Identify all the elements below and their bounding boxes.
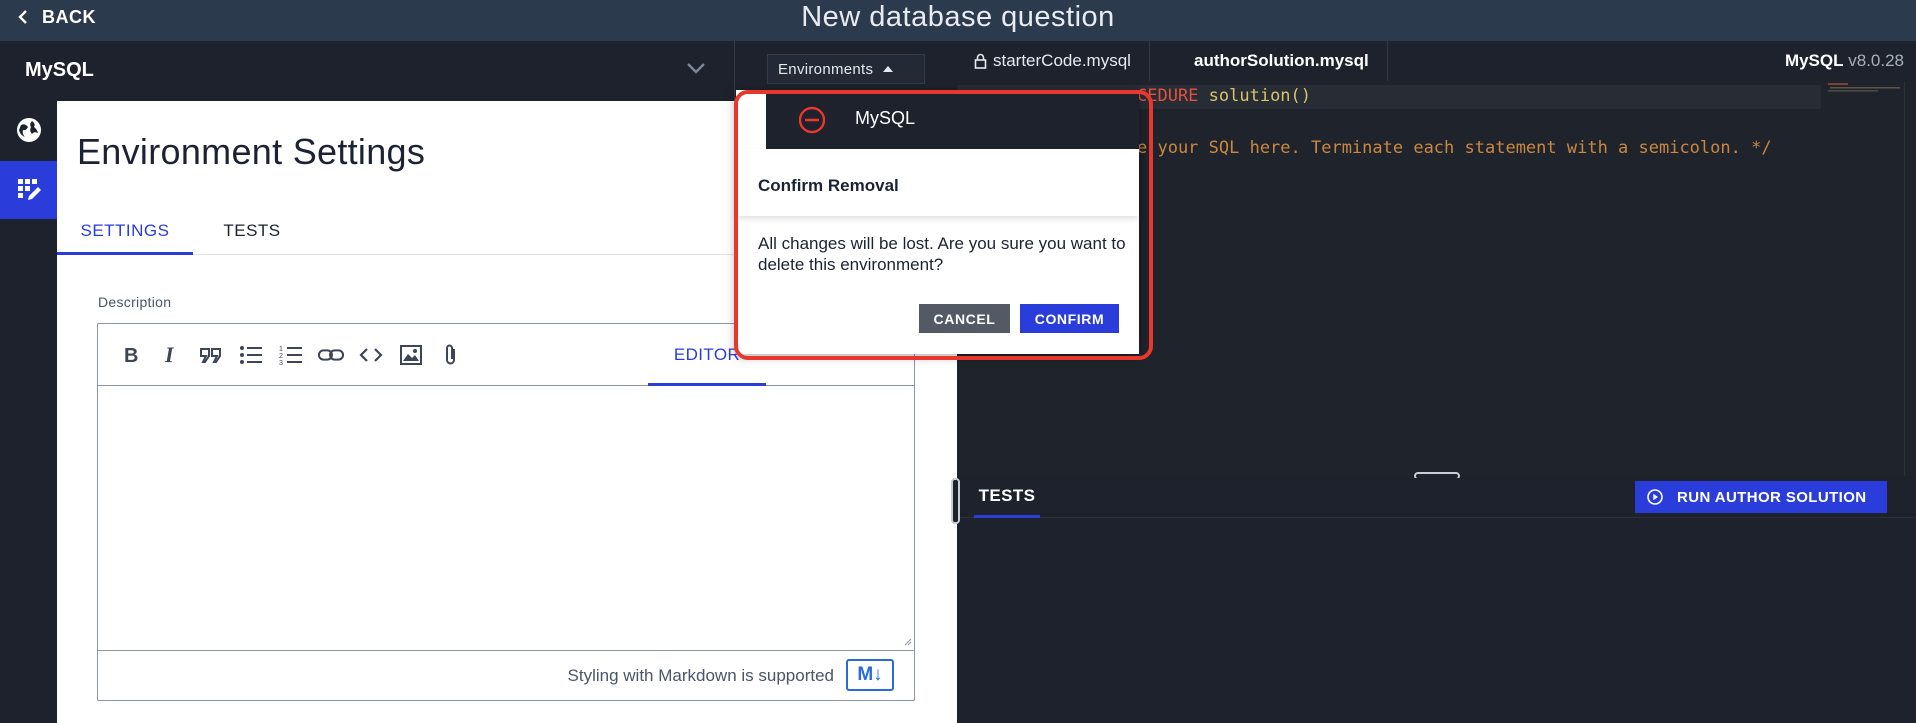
chevron-down-icon[interactable] — [686, 62, 706, 74]
markdown-editor: B I 123 EDITOR Styling with Markdown is … — [97, 323, 915, 701]
file-tab-starter-code[interactable]: starterCode.mysql — [956, 41, 1150, 81]
edit-grid-icon — [17, 179, 41, 200]
version-number: v8.0.28 — [1848, 51, 1904, 70]
file-tab-label: authorSolution.mysql — [1194, 51, 1369, 70]
confirm-button[interactable]: CONFIRM — [1020, 304, 1119, 333]
remove-circle-icon[interactable] — [798, 106, 826, 134]
numbered-list-icon[interactable]: 123 — [278, 342, 304, 368]
code-line-2: e your SQL here. Terminate each statemen… — [1137, 138, 1772, 158]
italic-icon[interactable]: I — [158, 342, 184, 368]
svg-text:2: 2 — [279, 353, 283, 360]
resize-grip-icon[interactable] — [904, 638, 912, 646]
environments-button-label: Environments — [778, 60, 874, 78]
image-icon[interactable] — [398, 342, 424, 368]
confirm-removal-popup: MySQL Confirm Removal All changes will b… — [736, 90, 1139, 354]
description-input[interactable] — [98, 386, 914, 650]
svg-text:B: B — [124, 345, 138, 365]
bold-icon[interactable]: B — [118, 342, 144, 368]
markdown-note-text: Styling with Markdown is supported — [567, 666, 834, 685]
tests-output — [957, 519, 1916, 723]
version-name: MySQL — [1784, 51, 1844, 70]
file-tab-author-solution[interactable]: authorSolution.mysql — [1176, 41, 1388, 81]
cancel-button[interactable]: CANCEL — [919, 304, 1010, 333]
svg-text:1: 1 — [279, 346, 283, 353]
code-keyword: CEDURE — [1137, 86, 1199, 106]
confirm-message: All changes will be lost. Are you sure y… — [758, 234, 1126, 274]
code-text: solution() — [1198, 86, 1312, 106]
code-line-1: CEDURE solution() — [1137, 86, 1311, 106]
rail-item-settings[interactable] — [0, 161, 57, 219]
svg-text:3: 3 — [279, 360, 283, 366]
environments-button[interactable]: Environments — [767, 54, 925, 84]
link-icon[interactable] — [318, 342, 344, 368]
environment-selector-value: MySQL — [25, 59, 94, 81]
tab-settings[interactable]: SETTINGS — [57, 211, 193, 255]
environment-list-item[interactable]: MySQL — [766, 90, 1139, 149]
language-version: MySQL v8.0.28 — [1785, 41, 1904, 81]
description-label: Description — [98, 294, 172, 310]
attachment-icon[interactable] — [438, 342, 464, 368]
editor-scrollbar[interactable] — [1904, 81, 1905, 476]
markdown-note: Styling with Markdown is supported M↓ — [98, 650, 914, 700]
tab-tests[interactable]: TESTS — [207, 211, 297, 255]
environment-selector[interactable]: MySQL — [0, 41, 735, 101]
quote-icon[interactable] — [198, 342, 224, 368]
markdown-icon[interactable]: M↓ — [846, 659, 894, 691]
run-author-solution-button[interactable]: RUN AUTHOR SOLUTION — [1635, 481, 1887, 513]
run-button-label: RUN AUTHOR SOLUTION — [1677, 488, 1867, 506]
svg-text:I: I — [164, 345, 175, 365]
icon-rail — [0, 101, 57, 723]
confirm-title: Confirm Removal — [758, 176, 899, 195]
page-title: New database question — [801, 1, 1115, 33]
play-circle-icon — [1647, 489, 1663, 505]
panel-title: Environment Settings — [77, 131, 426, 172]
tab-tests-output[interactable]: TESTS — [974, 478, 1040, 518]
minimap[interactable] — [1828, 82, 1904, 96]
lock-icon — [974, 53, 987, 69]
globe-icon — [16, 118, 41, 142]
bulleted-list-icon[interactable] — [238, 342, 264, 368]
tests-bar: TESTS RUN AUTHOR SOLUTION — [957, 478, 1916, 518]
environment-item-label: MySQL — [855, 108, 916, 128]
top-bar: BACK New database question — [0, 0, 1916, 41]
vertical-splitter-handle[interactable] — [951, 478, 960, 524]
caret-up-icon — [883, 66, 894, 72]
rail-item-environments[interactable] — [0, 101, 57, 159]
code-icon[interactable] — [358, 342, 384, 368]
file-tab-label: starterCode.mysql — [993, 51, 1131, 70]
